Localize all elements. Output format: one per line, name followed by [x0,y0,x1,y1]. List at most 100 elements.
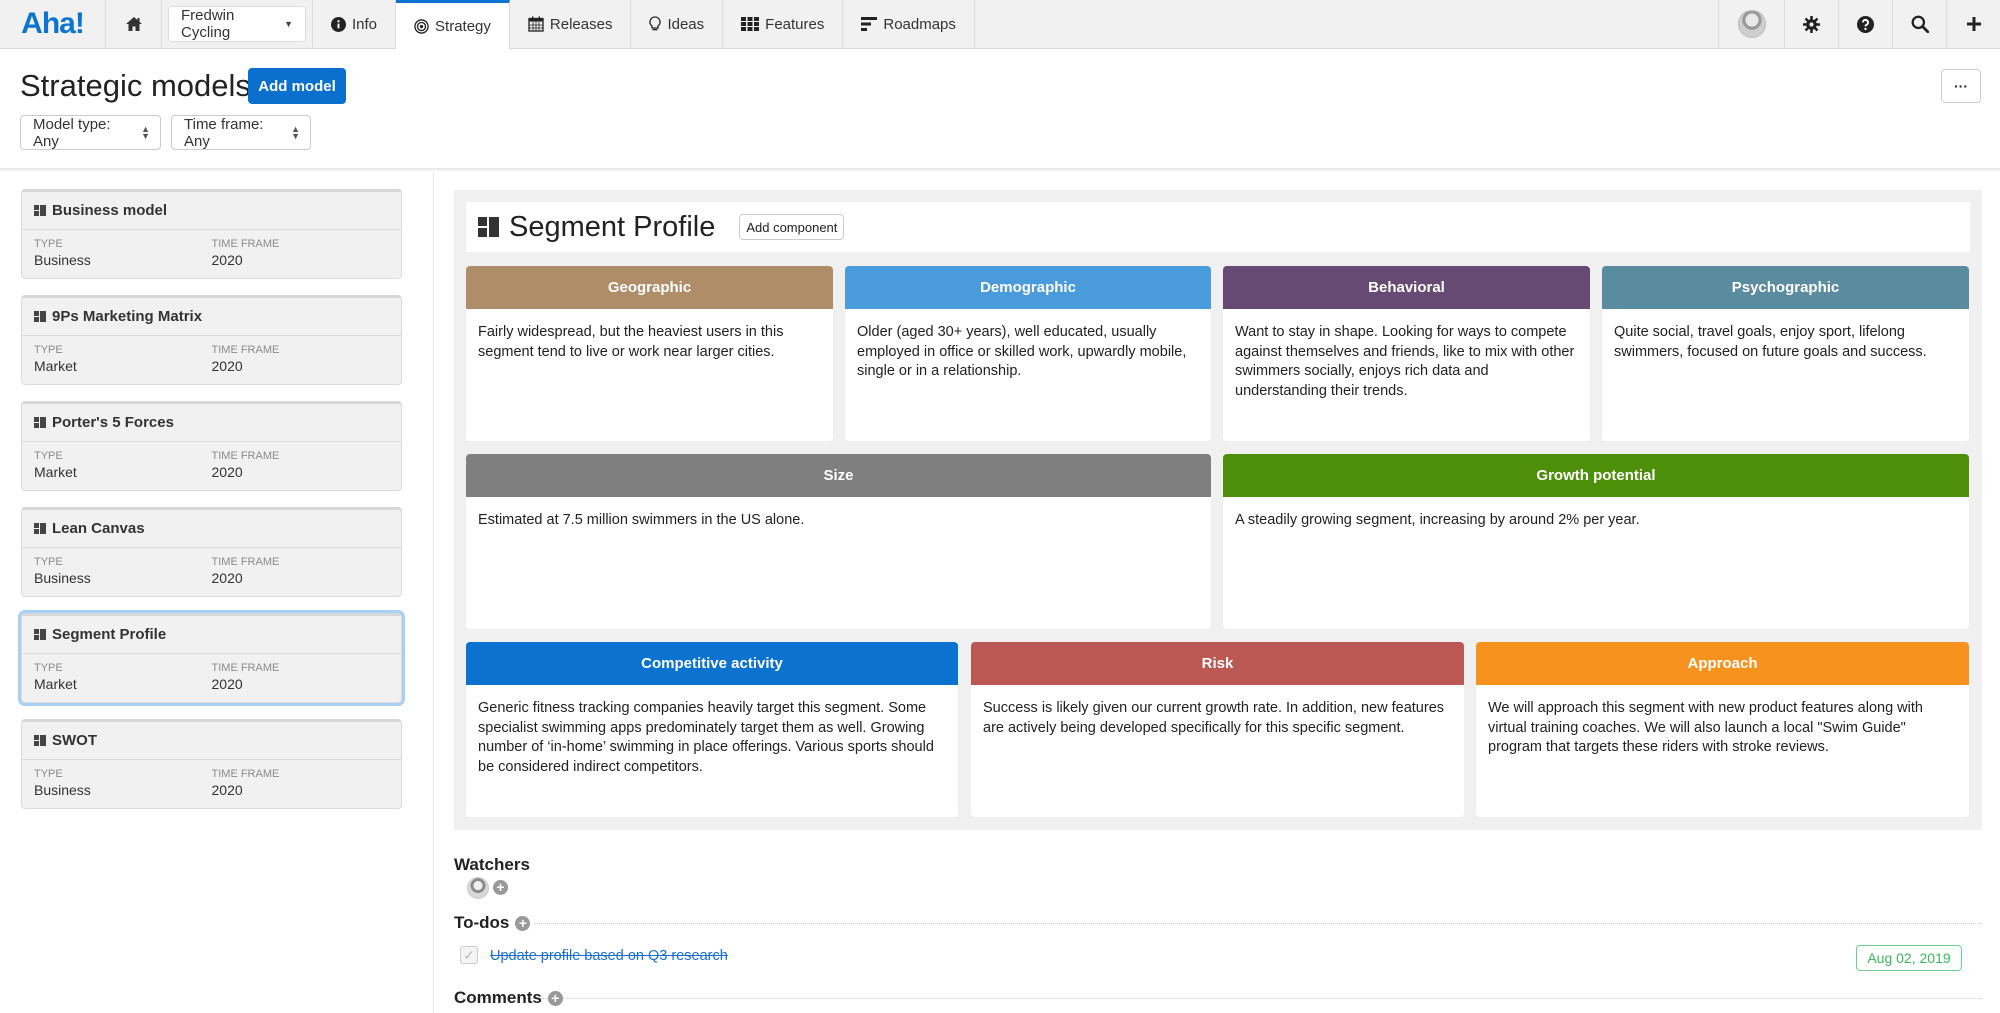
tab-strategy[interactable]: Strategy [396,0,510,50]
home-button[interactable] [106,0,162,48]
model-time-frame: 2020 [211,570,243,586]
model-type: Business [34,782,91,798]
model-icon [34,417,46,428]
target-icon [414,19,429,34]
time-frame-label: TIME FRAME [211,344,280,356]
product-selector[interactable]: Fredwin Cycling ▼ [168,6,306,42]
component-text[interactable]: Estimated at 7.5 million swimmers in the… [466,497,1211,545]
model-time-frame: 2020 [211,252,243,268]
create-button[interactable] [1946,0,2000,48]
component-behavioral[interactable]: Behavioral Want to stay in shape. Lookin… [1223,266,1590,441]
watchers-heading: Watchers [454,855,530,875]
calendar-icon [528,16,544,32]
type-label: TYPE [34,768,63,780]
tab-releases[interactable]: Releases [510,0,632,48]
component-size[interactable]: Size Estimated at 7.5 million swimmers i… [466,454,1211,629]
component-text[interactable]: Generic fitness tracking companies heavi… [466,685,958,791]
tab-roadmaps[interactable]: Roadmaps [843,0,975,48]
component-text[interactable]: Older (aged 30+ years), well educated, u… [845,309,1211,396]
tab-ideas[interactable]: Ideas [631,0,724,48]
component-header: Competitive activity [466,642,958,685]
model-title[interactable]: Segment Profile [509,211,715,244]
type-label: TYPE [34,556,63,568]
model-card-porters-5-forces[interactable]: Porter's 5 Forces TYPE Market TIME FRAME 20… [21,401,402,491]
type-label: TYPE [34,450,63,462]
more-options-button[interactable]: ··· [1941,69,1981,103]
todos-title: To-dos [454,913,510,932]
todo-link[interactable]: Update profile based on Q3 research [490,948,728,964]
component-header: Approach [1476,642,1969,685]
model-card-9ps-marketing-matrix[interactable]: 9Ps Marketing Matrix TYPE Market TIME FRAM… [21,295,402,385]
user-avatar-button[interactable] [1718,0,1784,48]
model-type-filter[interactable]: Model type: Any ▲ ▼ [20,115,161,150]
time-frame-filter[interactable]: Time frame: Any ▲ ▼ [171,115,311,150]
time-frame-label: TIME FRAME [211,662,280,674]
model-icon [34,735,46,746]
type-label: TYPE [34,238,63,250]
model-type-filter-label: Model type: Any [33,115,111,150]
model-name: Porter's 5 Forces [52,414,174,431]
model-title-bar: Segment Profile Add component [466,202,1970,252]
models-sidebar: Business model TYPE Business TIME FRAME 202… [0,172,434,1013]
time-frame-filter-label: Time frame: Any [184,115,264,150]
model-name: 9Ps Marketing Matrix [52,308,203,325]
help-button[interactable] [1838,0,1892,48]
add-watcher-icon[interactable]: + [493,880,508,895]
component-approach[interactable]: Approach We will approach this segment w… [1476,642,1969,817]
time-frame-label: TIME FRAME [211,556,280,568]
component-competitive-activity[interactable]: Competitive activity Generic fitness tra… [466,642,958,817]
model-name: Segment Profile [52,626,167,643]
add-component-button[interactable]: Add component [739,214,845,240]
component-risk[interactable]: Risk Success is likely given our current… [971,642,1464,817]
comments-title: Comments [454,988,542,1007]
model-icon [34,311,46,322]
component-text[interactable]: A steadily growing segment, increasing b… [1223,497,1969,545]
model-type: Market [34,464,77,480]
component-text[interactable]: Fairly widespread, but the heaviest user… [466,309,833,376]
todo-divider [454,998,1982,999]
tab-strategy-label: Strategy [435,18,491,35]
model-type: Market [34,358,77,374]
search-button[interactable] [1892,0,1946,48]
model-card-swot[interactable]: SWOT TYPE Business TIME FRAME 2020 [21,719,402,809]
add-comment-icon[interactable]: + [547,990,563,1006]
add-model-button[interactable]: Add model [248,68,346,104]
component-header: Demographic [845,266,1211,309]
model-card-segment-profile[interactable]: Segment Profile TYPE Market TIME FRAME 2020 [21,613,402,703]
add-todo-icon[interactable]: + [515,915,531,931]
component-growth-potential[interactable]: Growth potential A steadily growing segm… [1223,454,1969,629]
component-text[interactable]: Quite social, travel goals, enjoy sport,… [1602,309,1969,376]
component-text[interactable]: Success is likely given our current grow… [971,685,1464,752]
info-icon [331,16,346,32]
component-demographic[interactable]: Demographic Older (aged 30+ years), well… [845,266,1211,441]
settings-button[interactable] [1784,0,1838,48]
component-psychographic[interactable]: Psychographic Quite social, travel goals… [1602,266,1969,441]
model-name: Lean Canvas [52,520,145,537]
home-icon [125,17,142,31]
ellipsis-icon: ··· [1954,78,1968,94]
component-geographic[interactable]: Geographic Fairly widespread, but the he… [466,266,833,441]
model-type: Business [34,252,91,268]
todo-checkbox[interactable]: ✓ [460,946,478,964]
tab-info[interactable]: Info [312,0,397,48]
component-text[interactable]: We will approach this segment with new p… [1476,685,1969,772]
model-time-frame: 2020 [211,358,243,374]
tab-ideas-label: Ideas [667,15,705,33]
plus-icon [1966,17,1981,31]
nav-right [1718,0,2000,48]
todo-due-date[interactable]: Aug 02, 2019 [1856,945,1962,971]
product-name: Fredwin Cycling [181,7,235,41]
component-header: Size [466,454,1211,497]
top-nav: Aha! Fredwin Cycling ▼ Info Strategy Rel… [0,0,2000,50]
aha-logo[interactable]: Aha! [0,0,106,48]
model-card-lean-canvas[interactable]: Lean Canvas TYPE Business TIME FRAME 2020 [21,507,402,597]
model-card-business-model[interactable]: Business model TYPE Business TIME FRAME 202… [21,189,402,279]
component-header: Geographic [466,266,833,309]
tab-features[interactable]: Features [723,0,844,48]
model-type: Market [34,676,77,692]
watchers-title: Watchers [454,855,530,874]
watcher-avatar[interactable] [467,877,489,899]
roadmap-icon [861,17,878,31]
component-text[interactable]: Want to stay in shape. Looking for ways … [1223,309,1590,415]
model-time-frame: 2020 [211,782,243,798]
